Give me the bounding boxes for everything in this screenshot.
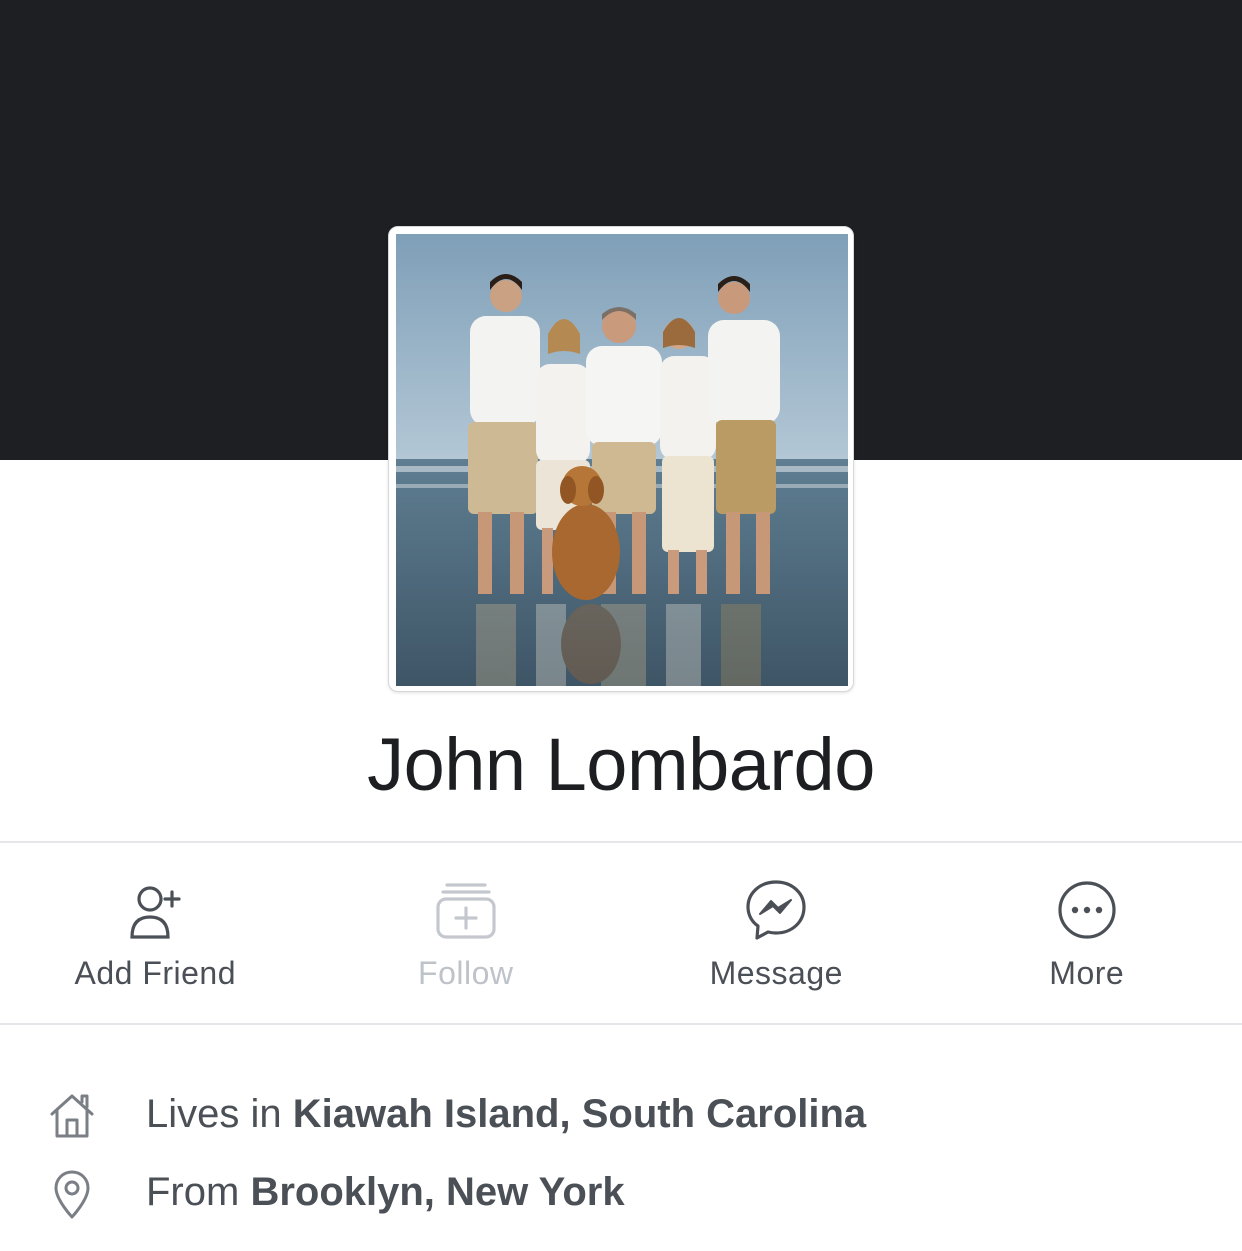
- add-friend-button[interactable]: Add Friend: [0, 843, 311, 1023]
- location-pin-icon: [44, 1166, 100, 1222]
- lives-in-text: Lives in Kiawah Island, South Carolina: [146, 1092, 866, 1137]
- lives-in-row[interactable]: Lives in Kiawah Island, South Carolina: [0, 1086, 1242, 1146]
- add-friend-label: Add Friend: [74, 955, 237, 991]
- follow-label: Follow: [418, 955, 514, 991]
- more-button[interactable]: More: [932, 843, 1242, 1023]
- more-icon: [1054, 877, 1120, 943]
- message-button[interactable]: Message: [621, 843, 932, 1023]
- lives-in-location[interactable]: Kiawah Island, South Carolina: [293, 1092, 866, 1136]
- follow-icon: [433, 877, 499, 943]
- lives-in-prefix: Lives in: [146, 1092, 293, 1136]
- profile-photo-image: [396, 234, 848, 686]
- follow-button[interactable]: Follow: [311, 843, 622, 1023]
- add-friend-icon: [122, 877, 188, 943]
- from-location[interactable]: Brooklyn, New York: [250, 1170, 624, 1214]
- home-icon: [44, 1088, 100, 1144]
- profile-action-bar: Add Friend Follow Message More: [0, 843, 1242, 1023]
- from-row[interactable]: From Brooklyn, New York: [0, 1164, 1242, 1224]
- from-prefix: From: [146, 1170, 251, 1214]
- from-text: From Brooklyn, New York: [146, 1170, 625, 1215]
- more-label: More: [1049, 955, 1125, 991]
- divider: [0, 1023, 1242, 1025]
- profile-name: John Lombardo: [367, 723, 875, 806]
- profile-picture[interactable]: [388, 226, 854, 692]
- message-label: Message: [709, 955, 843, 991]
- messenger-icon: [743, 877, 809, 943]
